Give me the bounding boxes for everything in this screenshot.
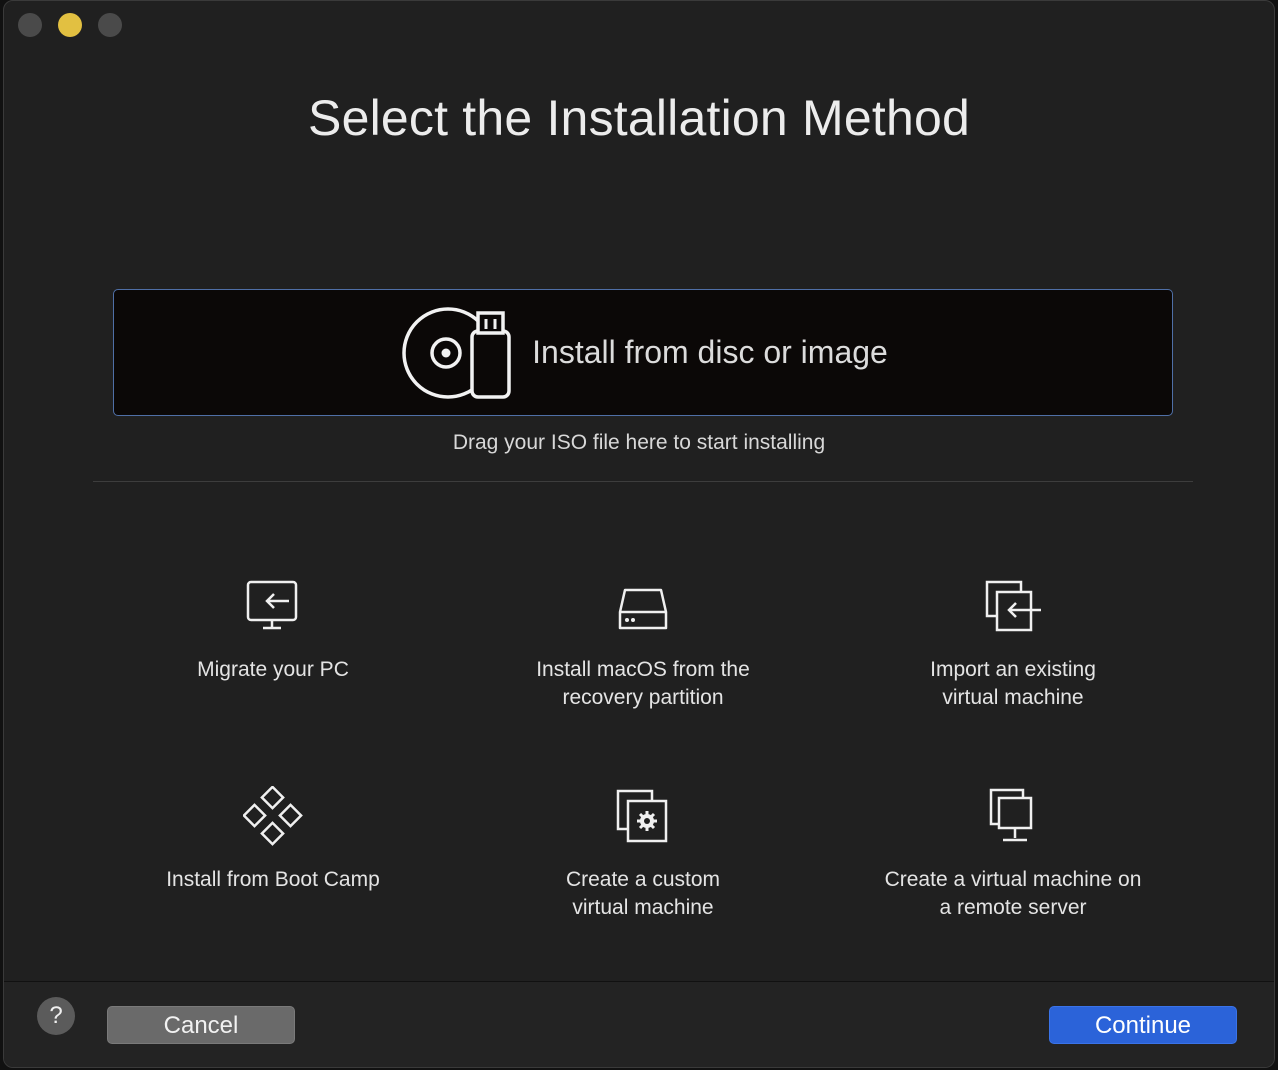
maximize-window-button[interactable] bbox=[98, 13, 122, 37]
option-install-boot-camp[interactable]: Install from Boot Camp bbox=[93, 786, 453, 894]
install-from-disc-drop-zone[interactable]: Install from disc or image bbox=[113, 289, 1173, 416]
disc-usb-icon bbox=[402, 306, 511, 399]
window-controls bbox=[18, 13, 122, 37]
option-label: Migrate your PC bbox=[197, 658, 349, 681]
option-label: Import an existing virtual machine bbox=[930, 658, 1096, 709]
close-window-button[interactable] bbox=[18, 13, 42, 37]
divider bbox=[93, 481, 1193, 482]
option-create-remote-vm[interactable]: Create a virtual machine on a remote ser… bbox=[833, 786, 1193, 922]
cancel-button[interactable]: Cancel bbox=[107, 1006, 295, 1044]
drive-icon bbox=[618, 588, 668, 630]
option-label: Install from Boot Camp bbox=[166, 868, 380, 891]
option-label: Create a custom virtual machine bbox=[565, 868, 721, 919]
help-button[interactable]: ? bbox=[37, 997, 75, 1035]
drop-zone-label: Install from disc or image bbox=[532, 334, 888, 370]
import-vm-icon bbox=[985, 580, 1041, 632]
custom-vm-icon bbox=[616, 789, 668, 843]
remote-server-icon bbox=[989, 788, 1033, 842]
option-import-vm[interactable]: Import an existing virtual machine bbox=[833, 576, 1193, 712]
bootcamp-icon bbox=[243, 786, 303, 846]
option-install-macos-recovery[interactable]: Install macOS from the recovery partitio… bbox=[463, 576, 823, 712]
migrate-pc-icon bbox=[246, 580, 298, 630]
drop-zone-hint: Drag your ISO file here to start install… bbox=[452, 431, 826, 454]
continue-button[interactable]: Continue bbox=[1049, 1006, 1237, 1044]
option-label: Create a virtual machine on a remote ser… bbox=[884, 868, 1142, 919]
option-create-custom-vm[interactable]: Create a custom virtual machine bbox=[463, 786, 823, 922]
installer-window: Select the Installation Method Install f… bbox=[3, 0, 1275, 1068]
minimize-window-button[interactable] bbox=[58, 13, 82, 37]
page-title: Select the Installation Method bbox=[308, 90, 970, 146]
option-label: Install macOS from the recovery partitio… bbox=[536, 658, 750, 709]
option-migrate-pc[interactable]: Migrate your PC bbox=[93, 576, 453, 684]
